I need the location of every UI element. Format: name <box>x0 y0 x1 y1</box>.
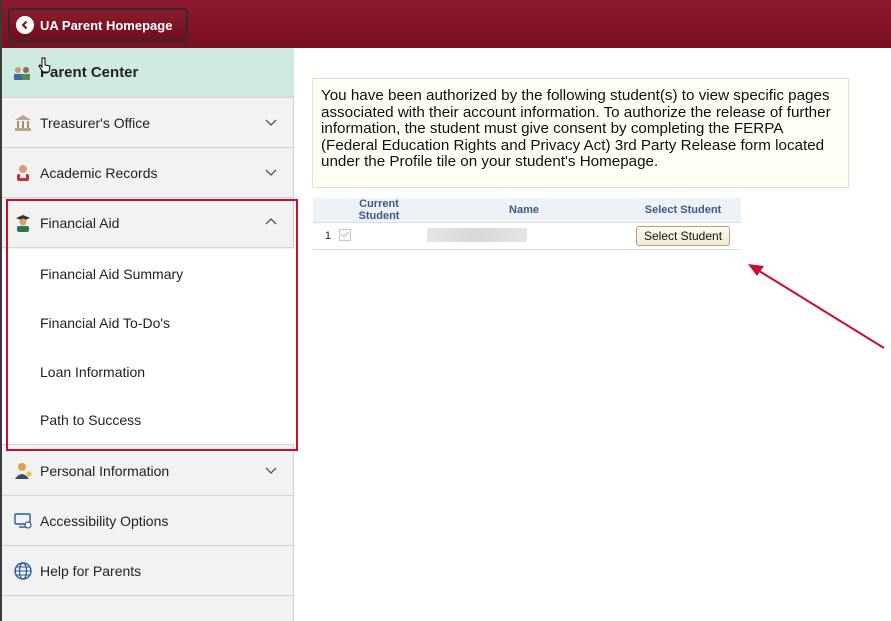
chevron-down-icon <box>265 119 277 126</box>
hand-cursor-icon <box>38 57 51 73</box>
person-icon <box>12 460 34 482</box>
sub-item-financial-aid-summary[interactable]: Financial Aid Summary <box>2 249 294 298</box>
sidebar-item-treasurers-office[interactable]: Treasurer's Office <box>2 98 294 148</box>
column-header: Select Student <box>625 198 741 223</box>
table-row: 1 Select Student <box>313 222 741 250</box>
top-banner: UA Parent Homepage <box>0 0 891 48</box>
computer-icon <box>12 510 34 532</box>
back-arrow-icon <box>16 16 34 34</box>
sidebar-item-label: Parent Center <box>40 64 139 81</box>
sub-item-label: Financial Aid Summary <box>40 265 184 282</box>
sub-item-path-to-success[interactable]: Path to Success <box>2 396 294 445</box>
graduate-icon <box>12 212 34 234</box>
sub-item-loan-information[interactable]: Loan Information <box>2 347 294 396</box>
chevron-down-icon <box>265 169 277 176</box>
sidebar-item-financial-aid[interactable]: Financial Aid <box>2 198 294 248</box>
authorization-info-box: You have been authorized by the followin… <box>312 78 849 188</box>
annotation-arrow-icon <box>748 264 885 349</box>
current-student-checkbox[interactable] <box>339 228 351 241</box>
redacted-name <box>427 227 527 242</box>
parent-homepage-button[interactable]: UA Parent Homepage <box>8 8 189 42</box>
sidebar-item-parent-center[interactable]: Parent Center <box>2 48 294 98</box>
current-student-cell <box>335 222 423 250</box>
parent-homepage-label: UA Parent Homepage <box>40 17 173 33</box>
row-number: 1 <box>313 222 335 250</box>
globe-icon <box>12 560 34 582</box>
column-header: Current Student <box>335 198 423 223</box>
sidebar-item-personal-information[interactable]: Personal Information <box>2 446 294 496</box>
authorization-info-text: You have been authorized by the followin… <box>321 87 831 171</box>
table-header-row: Current Student Name Select Student <box>313 198 741 223</box>
parent-icon <box>12 62 34 84</box>
row-number-header <box>313 198 335 223</box>
sidebar-item-accessibility-options[interactable]: Accessibility Options <box>2 496 294 546</box>
chevron-up-icon <box>265 218 277 225</box>
student-icon <box>12 162 34 184</box>
sidebar-item-label: Personal Information <box>40 462 170 479</box>
sidebar-item-label: Financial Aid <box>40 214 120 231</box>
sidebar-item-academic-records[interactable]: Academic Records <box>2 148 294 198</box>
sidebar-item-label: Help for Parents <box>40 562 142 579</box>
bank-icon <box>12 112 34 134</box>
sidebar-item-label: Academic Records <box>40 164 158 181</box>
chevron-down-icon <box>265 467 277 474</box>
select-student-button[interactable]: Select Student <box>635 226 731 246</box>
student-name-cell <box>423 222 625 250</box>
sidebar-item-help-for-parents[interactable]: Help for Parents <box>2 546 294 596</box>
sidebar: Parent Center Treasurer's Office Academi… <box>0 48 294 621</box>
select-student-cell: Select Student <box>625 222 741 250</box>
students-table: Current Student Name Select Student 1 Se… <box>313 198 741 250</box>
sub-item-label: Path to Success <box>40 412 142 428</box>
sub-item-label: Financial Aid To-Do's <box>40 314 171 331</box>
column-header: Name <box>423 198 625 223</box>
sidebar-item-label: Treasurer's Office <box>40 114 151 131</box>
sidebar-item-label: Accessibility Options <box>40 512 169 529</box>
sub-item-label: Loan Information <box>40 363 146 380</box>
sub-item-financial-aid-todos[interactable]: Financial Aid To-Do's <box>2 298 294 347</box>
